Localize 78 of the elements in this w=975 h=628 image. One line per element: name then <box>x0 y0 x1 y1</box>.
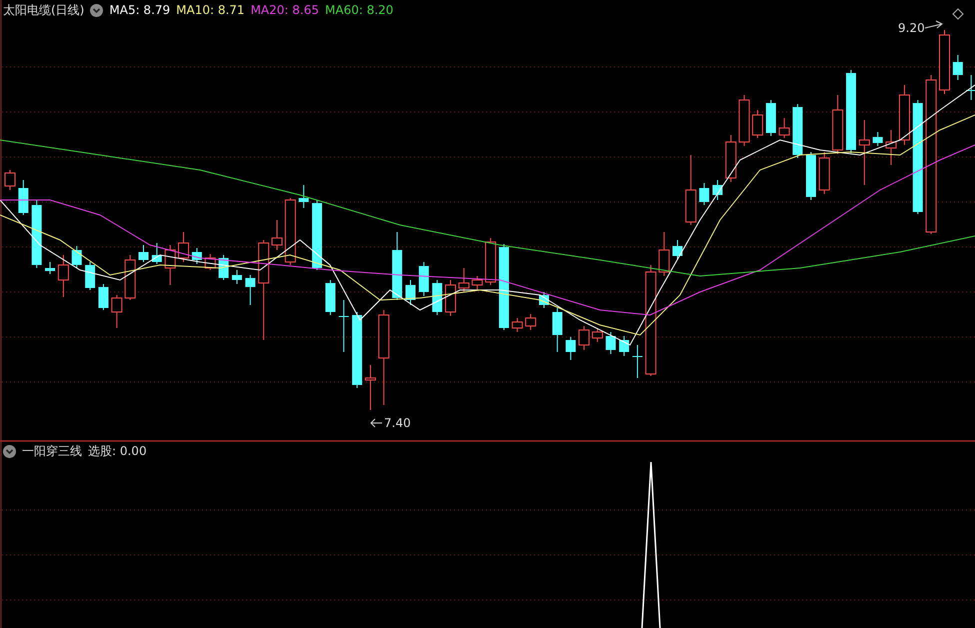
candlestick <box>539 292 549 308</box>
candlestick <box>98 284 108 310</box>
candlestick <box>818 152 830 194</box>
candlestick <box>952 54 963 80</box>
candlestick <box>632 344 642 378</box>
ma-value: MA10: 8.71 <box>176 2 245 18</box>
candlestick <box>658 232 670 276</box>
candlestick <box>806 152 816 200</box>
diamond-icon <box>952 8 964 20</box>
candlestick <box>898 84 910 146</box>
candlestick <box>164 244 176 286</box>
candlestick <box>578 326 590 350</box>
candlestick <box>485 238 496 286</box>
candlestick <box>752 110 764 138</box>
chevron-down-icon[interactable] <box>3 444 16 458</box>
candlestick <box>619 336 630 356</box>
candlestick <box>872 132 883 146</box>
indicator-title: 一阳穿三线 <box>22 443 82 459</box>
candlestick <box>138 244 148 262</box>
candlestick <box>298 184 309 208</box>
candlestick <box>738 94 750 146</box>
candlestick <box>725 134 736 182</box>
candlestick <box>712 180 723 200</box>
arrow-icon <box>370 418 382 428</box>
arrow-icon <box>924 20 943 28</box>
price-label: 9.20 <box>898 21 925 35</box>
candlestick <box>58 254 69 298</box>
ma-value: MA20: 8.65 <box>250 2 319 18</box>
candlestick <box>566 336 576 360</box>
candlestick <box>939 30 950 94</box>
chart-title: 太阳电缆(日线) <box>3 2 84 18</box>
candlestick <box>525 314 536 330</box>
candlestick <box>792 104 803 158</box>
candlestick <box>606 332 616 354</box>
candlestick <box>284 198 296 266</box>
price-label: 7.40 <box>384 416 411 430</box>
candlestick <box>325 280 336 316</box>
candlestick <box>364 364 376 410</box>
candlestick <box>858 120 870 186</box>
candlestick <box>886 130 897 166</box>
candlestick <box>472 276 483 290</box>
candlestick <box>192 248 202 264</box>
candlestick <box>458 268 470 292</box>
candlestick <box>85 262 96 290</box>
candlestick <box>232 270 242 284</box>
candlestick <box>592 328 603 342</box>
candlestick <box>152 242 162 264</box>
candlestick <box>699 182 710 206</box>
candlestick <box>45 262 56 274</box>
candlestick <box>312 200 322 270</box>
ma-value: MA60: 8.20 <box>325 2 394 18</box>
candlestick <box>406 280 416 306</box>
candlestick <box>4 170 16 190</box>
indicator-value: 选股: 0.00 <box>88 443 147 459</box>
candlestick <box>392 232 402 300</box>
ma-value: MA5: 8.79 <box>109 2 170 18</box>
candlestick <box>178 232 190 262</box>
candlestick <box>124 254 136 300</box>
candlestick <box>18 180 28 216</box>
candlestick <box>552 308 562 352</box>
candlestick <box>72 246 82 268</box>
candlestick <box>245 274 256 306</box>
candlestick <box>445 280 456 316</box>
candlestick <box>111 294 122 328</box>
candlestick <box>204 254 216 270</box>
candlestick <box>672 240 682 260</box>
candlestick <box>272 220 282 250</box>
candlestick <box>432 280 442 316</box>
candlestick <box>32 200 42 268</box>
candlestick <box>685 154 696 226</box>
candlestick <box>512 318 523 332</box>
candlestick <box>418 262 429 296</box>
candlestick <box>778 118 790 138</box>
candlestick <box>832 94 844 154</box>
candlestick <box>766 100 776 136</box>
candlestick <box>966 74 975 100</box>
chevron-down-icon[interactable] <box>90 4 104 16</box>
candlestick <box>338 300 349 352</box>
